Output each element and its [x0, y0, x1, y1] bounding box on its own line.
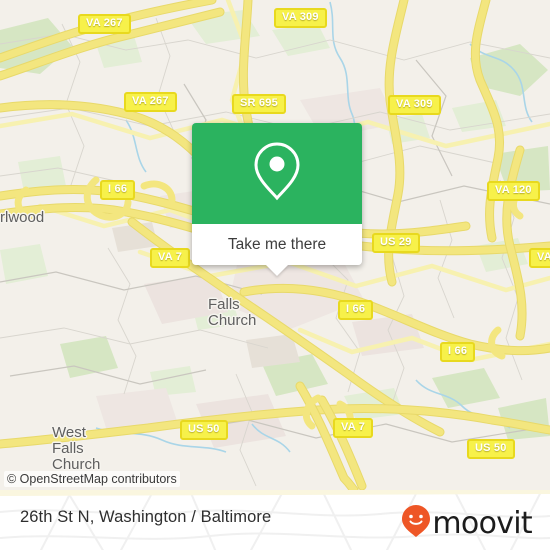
road-shield-us-29: US 29: [372, 233, 420, 253]
road-shield-va-267-top: VA 267: [78, 14, 131, 34]
place-label-falls-church: Falls Church: [208, 296, 257, 329]
footer-bar: 26th St N, Washington / Baltimore moovit: [0, 490, 550, 550]
moovit-brand[interactable]: moovit: [401, 504, 533, 543]
road-shield-us-50-west: US 50: [180, 420, 228, 440]
map-canvas[interactable]: .rd-major { stroke:#f3e67f; stroke-width…: [0, 0, 550, 490]
road-shield-va-120: VA 120: [487, 181, 540, 201]
osm-attribution[interactable]: © OpenStreetMap contributors: [4, 471, 180, 487]
road-shield-us-50-east: US 50: [467, 439, 515, 459]
popup-icon-area: [192, 123, 362, 224]
road-shield-i-66-east: I 66: [440, 342, 476, 362]
location-pin-icon: [251, 140, 303, 207]
road-shield-i-66-west: I 66: [100, 180, 136, 200]
road-shield-i-66-central: I 66: [338, 300, 374, 320]
road-shield-va-7-east: VA 7: [529, 248, 550, 268]
moovit-wordmark: moovit: [432, 505, 532, 541]
take-me-there-label: Take me there: [227, 235, 327, 253]
moovit-smiling-pin-icon: [401, 504, 431, 543]
moovit-map-page: .rd-major { stroke:#f3e67f; stroke-width…: [0, 0, 550, 550]
place-label: rlwood: [0, 209, 45, 226]
road-shield-va-309: VA 309: [388, 95, 441, 115]
road-shield-va-7-north: VA 7: [150, 248, 191, 268]
road-shield-va-267: VA 267: [124, 92, 177, 112]
place-label-west-falls-church: West Falls Church: [52, 424, 101, 473]
footer-location-title: 26th St N, Washington / Baltimore: [20, 508, 272, 526]
road-shield-va-309-top: VA 309: [274, 8, 327, 28]
popup-pointer-tail: [266, 265, 288, 276]
location-popup-card[interactable]: Take me there: [192, 123, 362, 276]
road-shield-sr-695: SR 695: [232, 94, 286, 114]
road-shield-va-7-south: VA 7: [333, 418, 374, 438]
take-me-there-button[interactable]: Take me there: [192, 224, 362, 265]
